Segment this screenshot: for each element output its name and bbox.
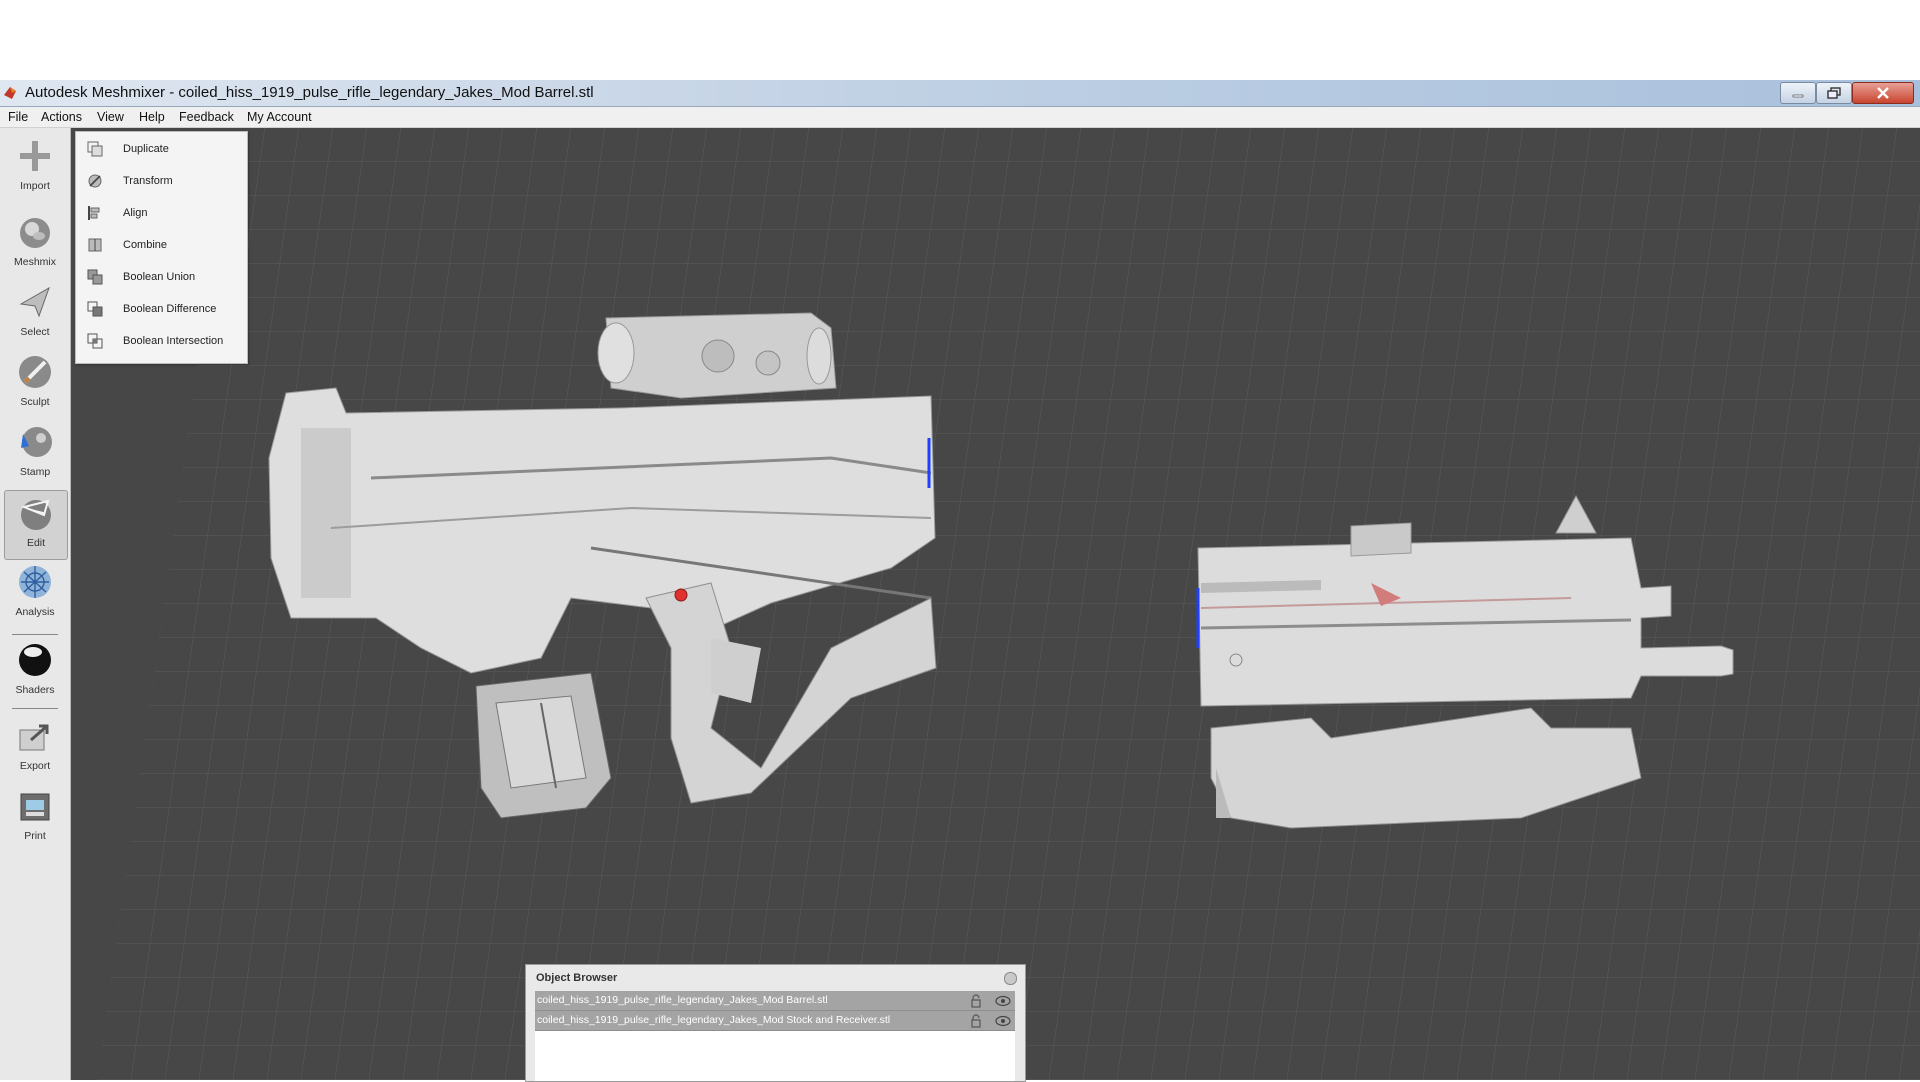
object-browser-title: Object Browser xyxy=(536,972,618,984)
tool-print[interactable]: Print xyxy=(4,784,66,852)
tool-label: Analysis xyxy=(15,606,55,618)
toolbar-divider xyxy=(12,634,58,635)
minimize-button[interactable] xyxy=(1780,82,1816,104)
select-arrow-icon xyxy=(19,286,50,318)
tool-meshmix[interactable]: Meshmix xyxy=(4,210,66,278)
window-title: Autodesk Meshmixer - coiled_hiss_1919_pu… xyxy=(25,84,594,101)
tool-label: Sculpt xyxy=(20,396,50,408)
pivot-marker[interactable] xyxy=(674,588,688,602)
tool-select[interactable]: Select xyxy=(4,280,66,348)
scene-canvas[interactable] xyxy=(71,128,1920,1080)
tool-export[interactable]: Export xyxy=(4,714,66,782)
tool-label: Select xyxy=(20,326,50,338)
menu-item-label: Boolean Difference xyxy=(123,303,217,315)
object-row[interactable]: coiled_hiss_1919_pulse_rifle_legendary_J… xyxy=(535,991,1015,1011)
combine-icon xyxy=(88,238,102,252)
menu-item-label: Boolean Intersection xyxy=(123,335,224,347)
tool-label: Export xyxy=(19,760,51,772)
menu-item-label: Boolean Union xyxy=(123,271,196,283)
menu-help[interactable]: Help xyxy=(139,110,165,124)
transform-icon xyxy=(88,174,102,188)
toolbar-divider xyxy=(12,708,58,709)
menu-actions[interactable]: Actions xyxy=(41,110,82,124)
menu-file[interactable]: File xyxy=(8,110,28,124)
menu-item-label: Combine xyxy=(123,239,168,251)
menu-item-label: Duplicate xyxy=(123,143,169,155)
menu-item-boolean-union[interactable]: Boolean Union xyxy=(76,265,247,291)
tool-label: Print xyxy=(24,830,46,842)
sculpt-brush-icon xyxy=(19,356,51,388)
menu-feedback[interactable]: Feedback xyxy=(179,110,234,124)
tool-label: Import xyxy=(20,180,50,192)
visibility-eye-icon[interactable] xyxy=(995,995,1011,1007)
tool-label: Stamp xyxy=(19,466,51,478)
title-bar: Autodesk Meshmixer - coiled_hiss_1919_pu… xyxy=(0,80,1920,107)
export-icon xyxy=(19,724,49,751)
viewport-3d[interactable] xyxy=(71,128,1920,1080)
edit-menu-popup: Duplicate Transform Align Combine Boolea… xyxy=(75,131,248,364)
tool-label: Shaders xyxy=(15,684,55,696)
tool-shaders[interactable]: Shaders xyxy=(4,638,66,706)
menu-item-label: Transform xyxy=(123,175,173,187)
tool-stamp[interactable]: Stamp xyxy=(4,420,66,488)
menu-bar: File Actions View Help Feedback My Accou… xyxy=(0,107,1920,128)
tool-label: Edit xyxy=(26,537,46,549)
edit-mesh-icon xyxy=(20,499,51,530)
analysis-icon xyxy=(19,566,51,598)
object-browser-panel: Object Browser coiled_hiss_1919_pulse_ri… xyxy=(525,964,1026,1082)
menu-item-align[interactable]: Align xyxy=(76,201,247,227)
restore-icon xyxy=(1827,87,1841,99)
main-toolbar: Import Meshmix Select Sculpt Stamp Edit … xyxy=(0,128,71,1080)
boolean-union-icon xyxy=(87,269,103,285)
align-icon xyxy=(88,206,100,220)
menu-view[interactable]: View xyxy=(97,110,124,124)
object-list: coiled_hiss_1919_pulse_rifle_legendary_J… xyxy=(535,991,1015,1081)
plus-icon xyxy=(20,141,50,171)
menu-item-label: Align xyxy=(123,207,148,219)
tool-analysis[interactable]: Analysis xyxy=(4,560,66,628)
object-row[interactable]: coiled_hiss_1919_pulse_rifle_legendary_J… xyxy=(535,1011,1015,1031)
menu-item-boolean-intersection[interactable]: Boolean Intersection xyxy=(76,329,247,355)
menu-item-combine[interactable]: Combine xyxy=(76,233,247,259)
visibility-eye-icon[interactable] xyxy=(995,1015,1011,1027)
menu-item-transform[interactable]: Transform xyxy=(76,169,247,195)
minimize-icon xyxy=(1792,94,1804,98)
menu-item-boolean-difference[interactable]: Boolean Difference xyxy=(76,297,247,323)
close-button[interactable] xyxy=(1852,82,1914,104)
print-icon xyxy=(20,793,50,821)
boolean-intersection-icon xyxy=(87,333,103,349)
boolean-difference-icon xyxy=(87,301,103,317)
object-browser-close-button[interactable] xyxy=(1004,972,1017,985)
meshmix-bunny-icon xyxy=(20,218,50,248)
lock-icon[interactable] xyxy=(969,1014,983,1028)
duplicate-icon xyxy=(87,141,103,157)
tool-edit[interactable]: Edit xyxy=(4,490,68,560)
tool-label: Meshmix xyxy=(13,256,56,268)
object-name: coiled_hiss_1919_pulse_rifle_legendary_J… xyxy=(537,994,828,1006)
shaders-sphere-icon xyxy=(19,644,51,676)
object-name: coiled_hiss_1919_pulse_rifle_legendary_J… xyxy=(537,1014,891,1026)
tool-import[interactable]: Import xyxy=(4,134,66,202)
meshmixer-logo-icon xyxy=(4,87,16,99)
lock-icon[interactable] xyxy=(969,994,983,1008)
close-icon xyxy=(1877,87,1889,99)
stamp-icon xyxy=(21,427,52,457)
tool-sculpt[interactable]: Sculpt xyxy=(4,350,66,418)
menu-item-duplicate[interactable]: Duplicate xyxy=(76,137,247,163)
restore-button[interactable] xyxy=(1816,82,1852,104)
menu-my-account[interactable]: My Account xyxy=(247,110,312,124)
